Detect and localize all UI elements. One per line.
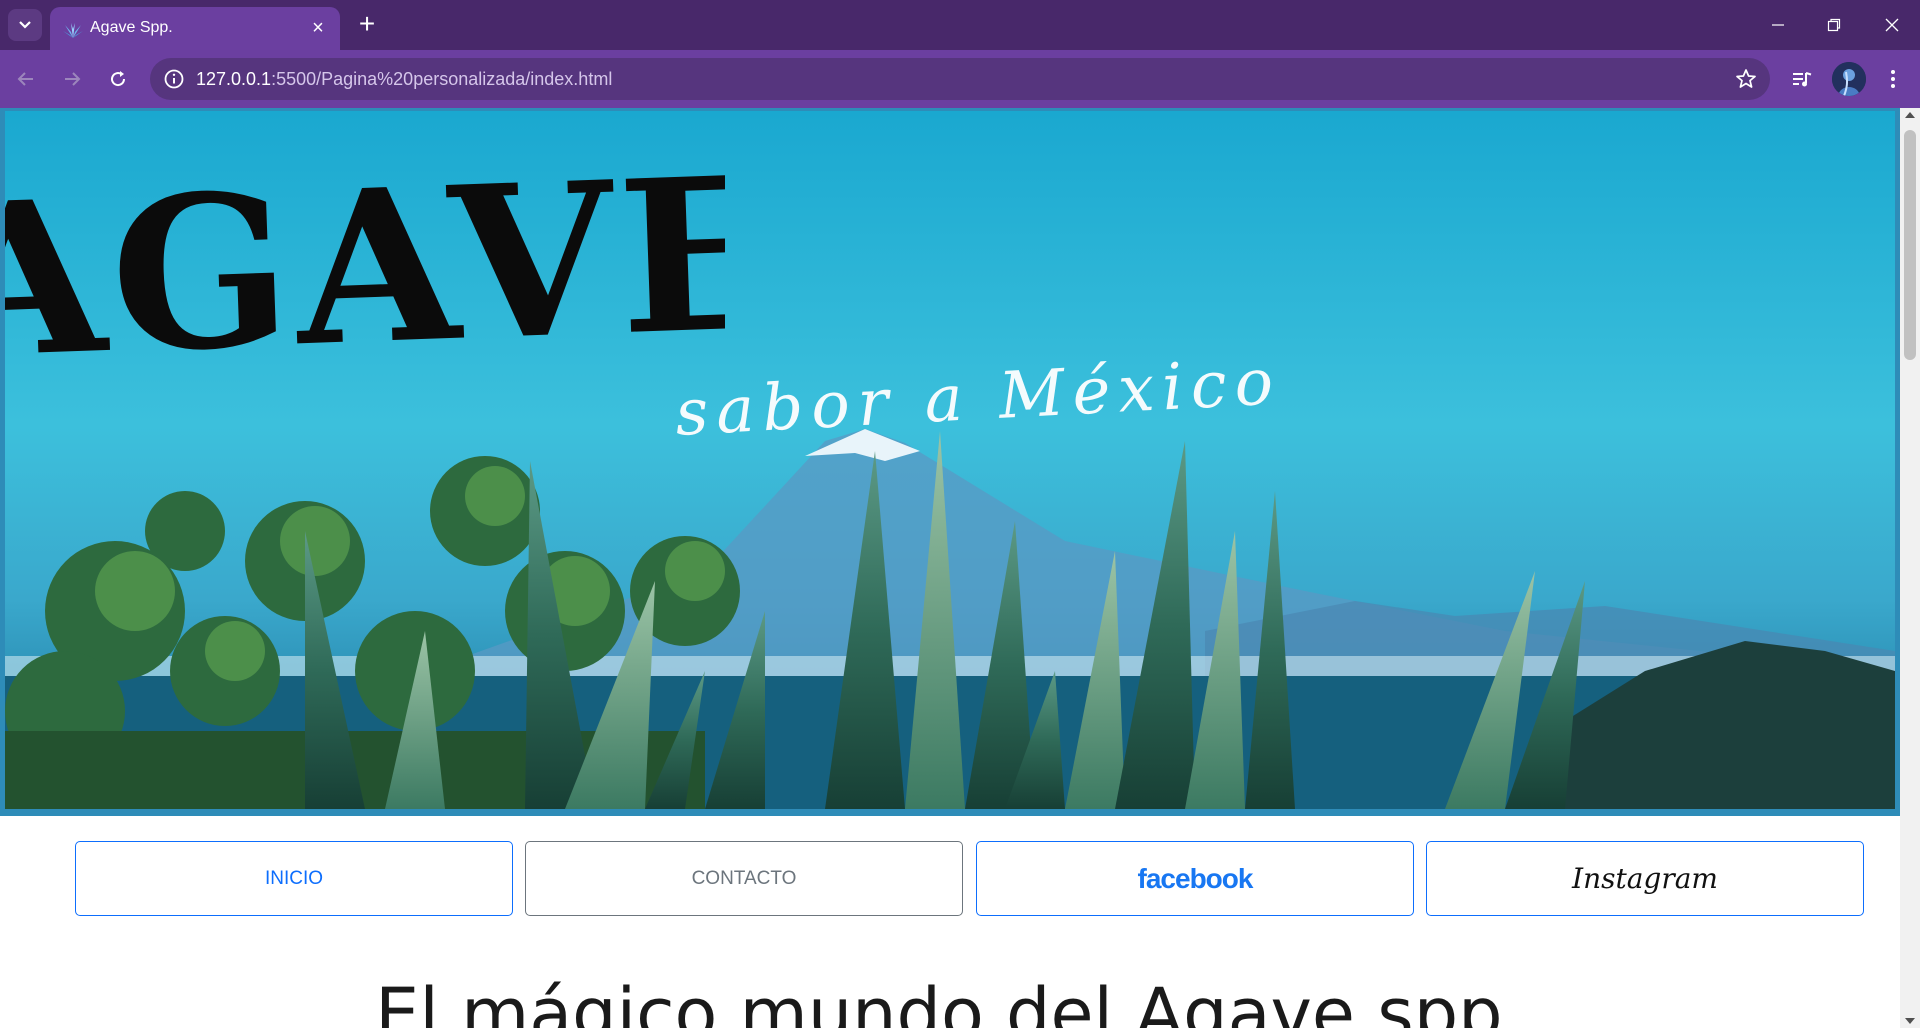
page-viewport: AGAVE sabor a México INICIO CONTACTO fac… <box>0 108 1920 1028</box>
scroll-thumb[interactable] <box>1904 130 1916 360</box>
minimize-button[interactable] <box>1758 8 1798 42</box>
url-host: 127.0.0.1 <box>196 69 272 89</box>
close-window-button[interactable] <box>1872 8 1912 42</box>
facebook-button[interactable]: facebook <box>976 841 1414 916</box>
kebab-menu-icon <box>1891 70 1895 88</box>
page-scrollbar[interactable] <box>1900 108 1920 1028</box>
reload-button[interactable] <box>102 63 134 95</box>
nav-buttons: INICIO CONTACTO facebook Instagram <box>75 841 1865 917</box>
browser-titlebar: Agave Spp. × + <box>0 0 1920 50</box>
scroll-down-icon[interactable] <box>1905 1018 1915 1024</box>
new-tab-button[interactable]: + <box>352 10 382 40</box>
avatar-icon <box>1832 62 1866 96</box>
media-queue-button[interactable] <box>1786 63 1818 95</box>
agave-favicon-icon <box>63 23 83 38</box>
minimize-icon <box>1772 24 1784 26</box>
browser-toolbar: 127.0.0.1:5500/Pagina%20personalizada/in… <box>0 50 1920 108</box>
back-button[interactable] <box>10 63 42 95</box>
browser-menu-button[interactable] <box>1877 63 1909 95</box>
facebook-logo: facebook <box>1137 862 1254 894</box>
hero-image: AGAVE sabor a México <box>5 111 1895 809</box>
inicio-button[interactable]: INICIO <box>75 841 513 916</box>
url-text: 127.0.0.1:5500/Pagina%20personalizada/in… <box>196 69 612 90</box>
arrow-left-icon <box>17 72 33 86</box>
contacto-button[interactable]: CONTACTO <box>525 841 963 916</box>
profile-avatar[interactable] <box>1832 62 1866 96</box>
instagram-logo: Instagram <box>1572 862 1718 895</box>
arrow-right-icon <box>65 72 81 86</box>
browser-tab[interactable]: Agave Spp. × <box>50 7 340 50</box>
close-icon <box>1885 18 1899 32</box>
restore-button[interactable] <box>1814 8 1854 42</box>
star-icon[interactable] <box>1734 67 1758 91</box>
scroll-up-icon[interactable] <box>1905 112 1915 118</box>
instagram-button[interactable]: Instagram <box>1426 841 1864 916</box>
url-path: :5500/Pagina%20personalizada/index.html <box>271 69 613 89</box>
close-tab-icon[interactable]: × <box>306 16 330 40</box>
reload-icon <box>111 71 126 87</box>
forward-button[interactable] <box>56 63 88 95</box>
address-bar[interactable]: 127.0.0.1:5500/Pagina%20personalizada/in… <box>150 58 1770 100</box>
restore-icon <box>1827 18 1841 32</box>
media-queue-icon <box>1793 72 1812 87</box>
tab-search-button[interactable] <box>8 9 42 41</box>
page-heading: El mágico mundo del Agave spp. <box>375 973 1525 1028</box>
chevron-down-icon <box>19 21 31 29</box>
tab-title: Agave Spp. <box>90 19 173 36</box>
info-icon[interactable] <box>162 67 186 91</box>
hero-banner: AGAVE sabor a México <box>0 108 1900 816</box>
landscape-illustration <box>5 111 1895 809</box>
